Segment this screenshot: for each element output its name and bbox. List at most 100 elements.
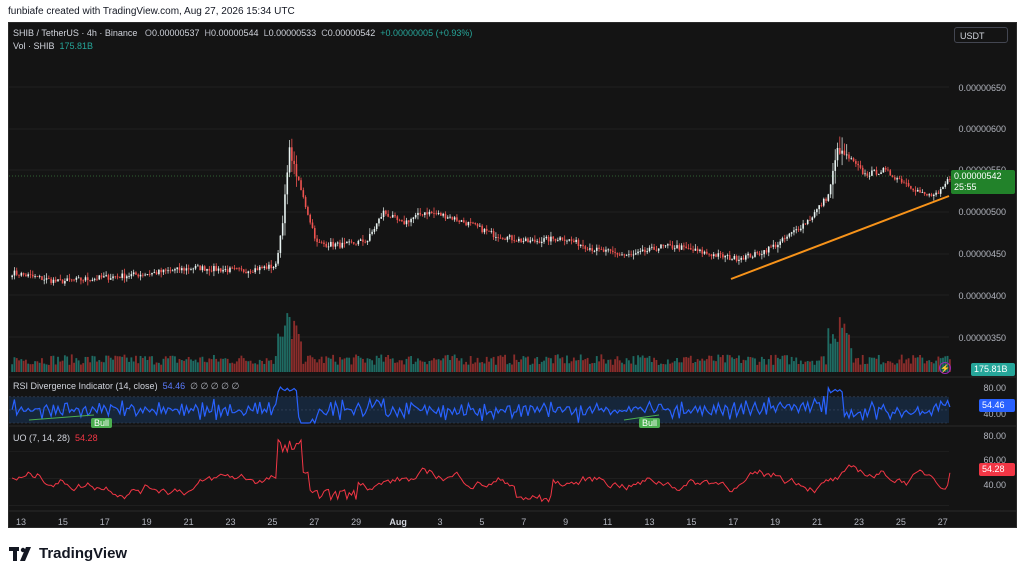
candle-body xyxy=(894,177,896,180)
volume-bar xyxy=(650,362,653,372)
chart-credit: funbiafe created with TradingView.com, A… xyxy=(8,6,295,17)
volume-bar xyxy=(687,357,690,372)
volume-bar xyxy=(59,361,62,372)
candle-body xyxy=(277,252,279,264)
volume-bar xyxy=(417,358,419,372)
volume-bar xyxy=(744,360,747,372)
candle-body xyxy=(474,223,477,225)
candle-body xyxy=(125,276,128,279)
candle-body xyxy=(584,246,587,249)
rsi-title[interactable]: RSI Divergence Indicator (14, close) xyxy=(13,381,158,391)
candle-body xyxy=(573,240,575,242)
candle-body xyxy=(98,275,101,280)
volume-label[interactable]: Vol · SHIB xyxy=(13,41,55,51)
candle-body xyxy=(882,167,885,173)
volume-bar xyxy=(630,363,633,372)
candle-body xyxy=(765,250,768,253)
volume-bar xyxy=(47,364,50,372)
volume-bar xyxy=(511,364,513,372)
candle-body xyxy=(481,225,483,233)
candle-body xyxy=(767,246,770,253)
volume-bar xyxy=(728,355,731,372)
candle-body xyxy=(664,245,667,247)
candle-body xyxy=(405,220,408,225)
symbol-title[interactable]: SHIB / TetherUS · 4h · Binance xyxy=(13,28,137,38)
candle-body xyxy=(504,238,506,240)
candle-body xyxy=(114,276,117,278)
chart-canvas[interactable] xyxy=(9,23,1017,528)
candle-body xyxy=(889,170,892,176)
currency-button[interactable]: USDT xyxy=(954,27,1008,43)
candle-body xyxy=(54,279,57,282)
volume-bar xyxy=(132,361,135,372)
candle-body xyxy=(644,249,646,253)
volume-bar xyxy=(391,358,394,372)
candle-body xyxy=(861,167,864,175)
time-axis-label: 7 xyxy=(521,517,527,527)
candle-body xyxy=(217,268,220,271)
candle-body xyxy=(550,236,552,242)
candle-body xyxy=(483,228,486,233)
volume-bar xyxy=(566,355,568,372)
volume-bar xyxy=(178,358,181,372)
volume-bar xyxy=(157,362,160,372)
volume-bar xyxy=(284,325,286,372)
volume-bar xyxy=(345,357,348,372)
candle-body xyxy=(538,241,541,244)
volume-bar xyxy=(779,359,782,372)
volume-bar xyxy=(692,363,694,372)
candle-body xyxy=(176,267,179,270)
candle-body xyxy=(302,190,305,198)
volume-bar xyxy=(655,359,658,372)
volume-bar xyxy=(795,357,798,372)
candle-body xyxy=(800,228,802,231)
candle-body xyxy=(534,239,536,242)
volume-bar xyxy=(249,360,252,372)
volume-bar xyxy=(430,360,433,372)
volume-bar xyxy=(492,356,495,372)
candle-body xyxy=(36,276,39,277)
candle-body xyxy=(660,244,662,249)
candle-body xyxy=(387,213,389,217)
candle-body xyxy=(912,188,914,191)
volume-bar xyxy=(384,357,387,372)
candle-body xyxy=(414,215,417,218)
candle-body xyxy=(320,242,323,244)
lightning-icon[interactable]: ⚡ xyxy=(939,362,951,374)
candle-body xyxy=(689,248,692,250)
time-axis-label: 11 xyxy=(602,517,613,527)
candle-body xyxy=(900,178,903,183)
tradingview-logo[interactable]: TradingView xyxy=(9,545,127,562)
volume-bar xyxy=(909,363,912,372)
candle-body xyxy=(703,251,706,254)
volume-bar xyxy=(588,363,591,372)
candle-body xyxy=(667,244,669,246)
candle-body xyxy=(348,241,350,243)
candle-body xyxy=(185,268,188,271)
volume-bar xyxy=(669,363,672,372)
volume-bar xyxy=(774,354,777,372)
volume-bar xyxy=(359,357,362,372)
candle-body xyxy=(827,194,830,201)
candle-body xyxy=(857,163,859,166)
volume-bar xyxy=(288,317,291,372)
volume-bar xyxy=(763,358,766,372)
volume-bar xyxy=(632,356,635,372)
volume-bar xyxy=(212,354,215,372)
volume-bar xyxy=(437,359,440,372)
candle-body xyxy=(236,268,238,269)
volume-bar xyxy=(593,362,596,372)
chart-frame[interactable]: SHIB / TetherUS · 4h · Binance O0.000005… xyxy=(8,22,1017,528)
volume-bar xyxy=(368,358,371,372)
uo-title[interactable]: UO (7, 14, 28) xyxy=(13,433,70,443)
candle-body xyxy=(616,252,619,255)
candle-body xyxy=(268,264,270,269)
volume-bar xyxy=(128,361,130,372)
candle-body xyxy=(31,274,34,277)
candle-body xyxy=(279,235,282,253)
candle-body xyxy=(540,241,543,244)
volume-bar xyxy=(206,362,208,372)
volume-bar xyxy=(410,356,412,372)
volume-bar xyxy=(144,356,147,372)
volume-bar xyxy=(930,362,933,372)
